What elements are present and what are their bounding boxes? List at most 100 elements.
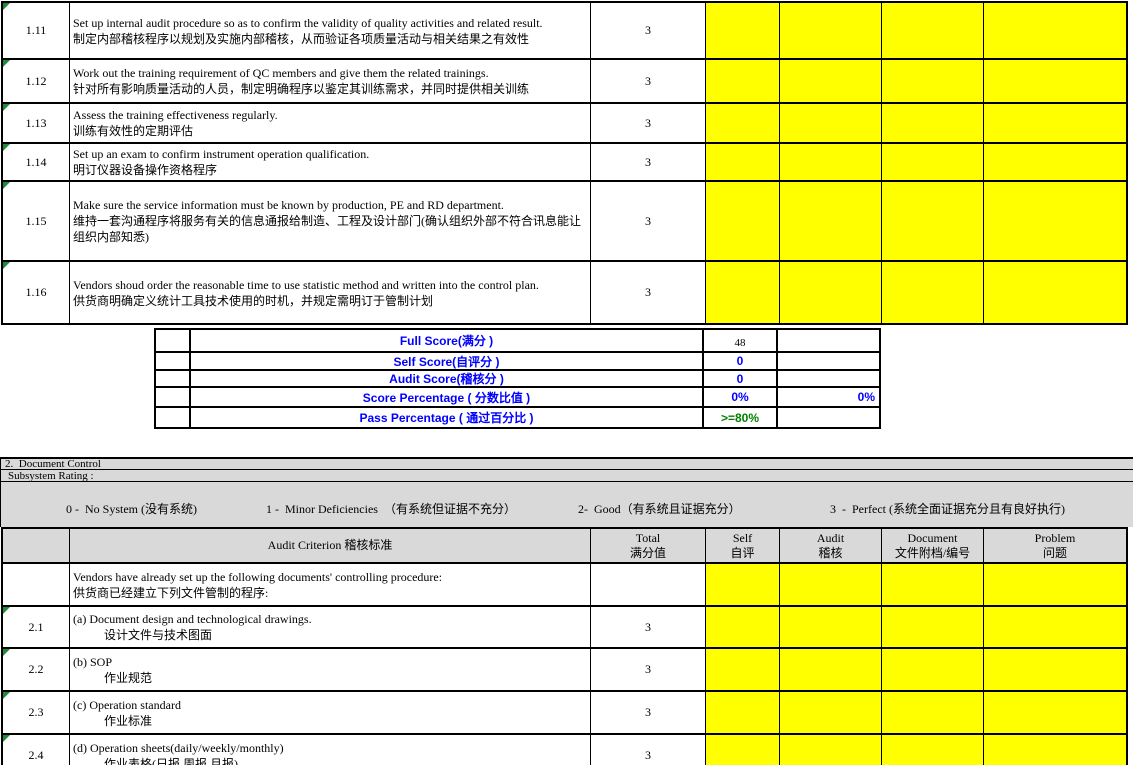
total-score-cell: 3 xyxy=(591,104,706,142)
audit-score-label: Audit Score(稽核分 ) xyxy=(191,371,704,386)
criterion-cell: Assess the training effectiveness regula… xyxy=(70,104,591,142)
criterion-cell: (a) Document design and technological dr… xyxy=(70,607,591,647)
document-cell[interactable] xyxy=(882,182,984,260)
criterion-cell: (b) SOP作业规范 xyxy=(70,649,591,690)
spreadsheet: 1.11 Set up internal audit procedure so … xyxy=(0,0,1133,765)
table-row: 2.3 (c) Operation standard作业标准 3 xyxy=(3,692,1126,735)
row-number-cell: 1.12 xyxy=(3,60,70,102)
problem-cell[interactable] xyxy=(984,262,1126,323)
criterion-zh: 作业标准 xyxy=(73,713,588,729)
audit-table-section2: Audit Criterion 稽核标准 Total满分值 Self自评 Aud… xyxy=(1,527,1128,765)
row-number: 1.15 xyxy=(26,214,47,229)
table-row: 1.14 Set up an exam to confirm instrumen… xyxy=(3,144,1126,182)
error-indicator-icon xyxy=(3,60,10,67)
criterion-cell: (d) Operation sheets(daily/weekly/monthl… xyxy=(70,735,591,765)
row-number-cell: 1.11 xyxy=(3,3,70,58)
spacer-cell xyxy=(156,353,191,369)
total-score-cell: 3 xyxy=(591,182,706,260)
criterion-zh: 供货商已经建立下列文件管制的程序: xyxy=(73,585,588,601)
total-score-cell: 3 xyxy=(591,3,706,58)
document-cell[interactable] xyxy=(882,564,984,605)
self-score-value: 0 xyxy=(704,353,778,369)
audit-score-cell[interactable] xyxy=(780,3,882,58)
section-title-bar: 2. Document Control xyxy=(0,457,1133,470)
table-row: 2.1 (a) Document design and technologica… xyxy=(3,607,1126,649)
problem-cell[interactable] xyxy=(984,60,1126,102)
self-score-cell[interactable] xyxy=(706,692,780,733)
criterion-en: Vendors shoud order the reasonable time … xyxy=(73,277,588,293)
problem-cell[interactable] xyxy=(984,182,1126,260)
summary-row-full-score: Full Score(满分 ) 48 xyxy=(156,330,879,353)
row-number-cell: 1.14 xyxy=(3,144,70,180)
row-number: 2.2 xyxy=(29,662,44,677)
rating-scale-strip: 0 - No System (没有系统) 1 - Minor Deficienc… xyxy=(0,482,1133,527)
problem-cell[interactable] xyxy=(984,692,1126,733)
criterion-en: (c) Operation standard xyxy=(73,697,588,713)
full-score-label: Full Score(满分 ) xyxy=(191,330,704,351)
audit-score-cell[interactable] xyxy=(780,60,882,102)
empty-cell xyxy=(778,371,879,386)
score-percentage-label: Score Percentage ( 分数比值 ) xyxy=(191,388,704,406)
audit-score-cell[interactable] xyxy=(780,649,882,690)
document-cell[interactable] xyxy=(882,262,984,323)
self-score-cell[interactable] xyxy=(706,104,780,142)
criterion-zh: 明订仪器设备操作资格程序 xyxy=(73,162,588,178)
problem-cell[interactable] xyxy=(984,735,1126,765)
document-cell[interactable] xyxy=(882,692,984,733)
total-score-cell: 3 xyxy=(591,262,706,323)
problem-cell[interactable] xyxy=(984,104,1126,142)
self-score-cell[interactable] xyxy=(706,735,780,765)
criterion-cell: (c) Operation standard作业标准 xyxy=(70,692,591,733)
criterion-zh: 作业表格(日报,周报,月报) xyxy=(73,756,588,765)
total-score-cell: 3 xyxy=(591,607,706,647)
criterion-zh: 作业规范 xyxy=(73,670,588,686)
criterion-zh: 维持一套沟通程序将服务有关的信息通报给制造、工程及设计部门(确认组织外部不符合讯… xyxy=(73,213,588,245)
audit-score-cell[interactable] xyxy=(780,692,882,733)
criterion-cell: Vendors have already set up the followin… xyxy=(70,564,591,605)
self-score-cell[interactable] xyxy=(706,262,780,323)
self-score-cell[interactable] xyxy=(706,649,780,690)
self-score-cell[interactable] xyxy=(706,182,780,260)
document-cell[interactable] xyxy=(882,104,984,142)
row-number-cell: 1.16 xyxy=(3,262,70,323)
audit-score-cell[interactable] xyxy=(780,564,882,605)
criterion-zh: 设计文件与技术图面 xyxy=(73,627,588,643)
criterion-en: Set up an exam to confirm instrument ope… xyxy=(73,146,588,162)
problem-cell[interactable] xyxy=(984,607,1126,647)
problem-cell[interactable] xyxy=(984,564,1126,605)
summary-row-pass-percentage: Pass Percentage ( 通过百分比 ) >=80% xyxy=(156,408,879,427)
criterion-cell: Make sure the service information must b… xyxy=(70,182,591,260)
audit-table-section1: 1.11 Set up internal audit procedure so … xyxy=(1,1,1128,325)
self-score-cell[interactable] xyxy=(706,564,780,605)
audit-score-cell[interactable] xyxy=(780,104,882,142)
document-cell[interactable] xyxy=(882,60,984,102)
document-cell[interactable] xyxy=(882,144,984,180)
table-row: 1.16 Vendors shoud order the reasonable … xyxy=(3,262,1126,323)
audit-score-cell[interactable] xyxy=(780,144,882,180)
error-indicator-icon xyxy=(3,649,10,656)
audit-score-cell[interactable] xyxy=(780,182,882,260)
subsystem-rating-label: Subsystem Rating : xyxy=(8,470,94,482)
self-score-cell[interactable] xyxy=(706,144,780,180)
audit-score-cell[interactable] xyxy=(780,607,882,647)
audit-score-cell[interactable] xyxy=(780,262,882,323)
document-cell[interactable] xyxy=(882,649,984,690)
self-score-cell[interactable] xyxy=(706,60,780,102)
row-number-cell xyxy=(3,564,70,605)
problem-cell[interactable] xyxy=(984,649,1126,690)
error-indicator-icon xyxy=(3,3,10,10)
total-score-cell: 3 xyxy=(591,649,706,690)
self-score-cell[interactable] xyxy=(706,3,780,58)
empty-cell xyxy=(778,353,879,369)
document-cell[interactable] xyxy=(882,735,984,765)
audit-score-cell[interactable] xyxy=(780,735,882,765)
criterion-cell: Set up an exam to confirm instrument ope… xyxy=(70,144,591,180)
self-score-cell[interactable] xyxy=(706,607,780,647)
document-cell[interactable] xyxy=(882,3,984,58)
problem-cell[interactable] xyxy=(984,3,1126,58)
criterion-en: Set up internal audit procedure so as to… xyxy=(73,15,588,31)
empty-cell xyxy=(778,408,879,427)
problem-cell[interactable] xyxy=(984,144,1126,180)
document-cell[interactable] xyxy=(882,607,984,647)
score-percentage-value-2: 0% xyxy=(778,388,879,406)
